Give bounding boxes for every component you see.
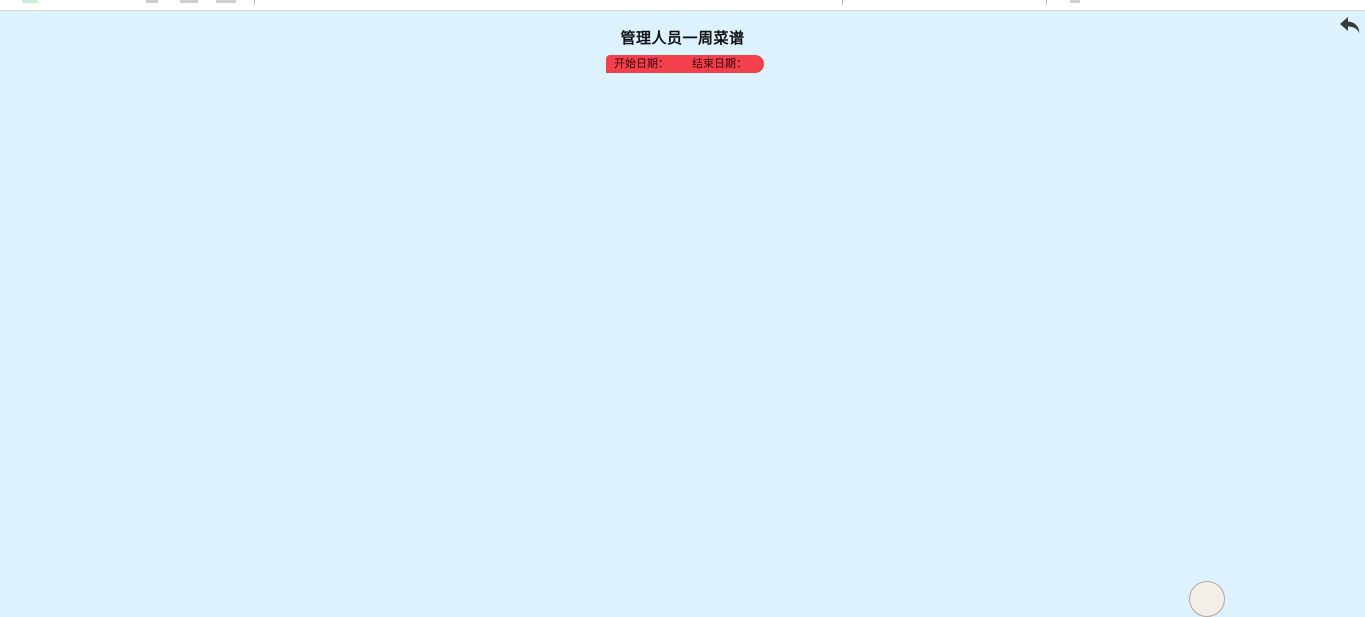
toolbar-fragment xyxy=(216,0,236,3)
page-title: 管理人员一周菜谱 xyxy=(620,29,745,47)
toolbar-separator xyxy=(254,0,255,5)
start-date-label: 开始日期： xyxy=(614,57,669,70)
toolbar-fragment xyxy=(22,0,38,3)
toolbar-fragment xyxy=(146,0,158,3)
toolbar-fragment xyxy=(180,0,198,3)
date-range-bar: 开始日期： 结束日期： xyxy=(606,55,764,73)
toolbar-separator xyxy=(842,0,843,5)
floating-widget-icon[interactable] xyxy=(1189,581,1225,617)
browser-toolbar-remnant xyxy=(0,0,1365,11)
menu-page: 管理人员一周菜谱 开始日期： 结束日期： xyxy=(0,11,1365,597)
end-date-label: 结束日期： xyxy=(692,57,747,70)
toolbar-separator xyxy=(1046,0,1047,5)
toolbar-fragment xyxy=(1070,0,1080,3)
